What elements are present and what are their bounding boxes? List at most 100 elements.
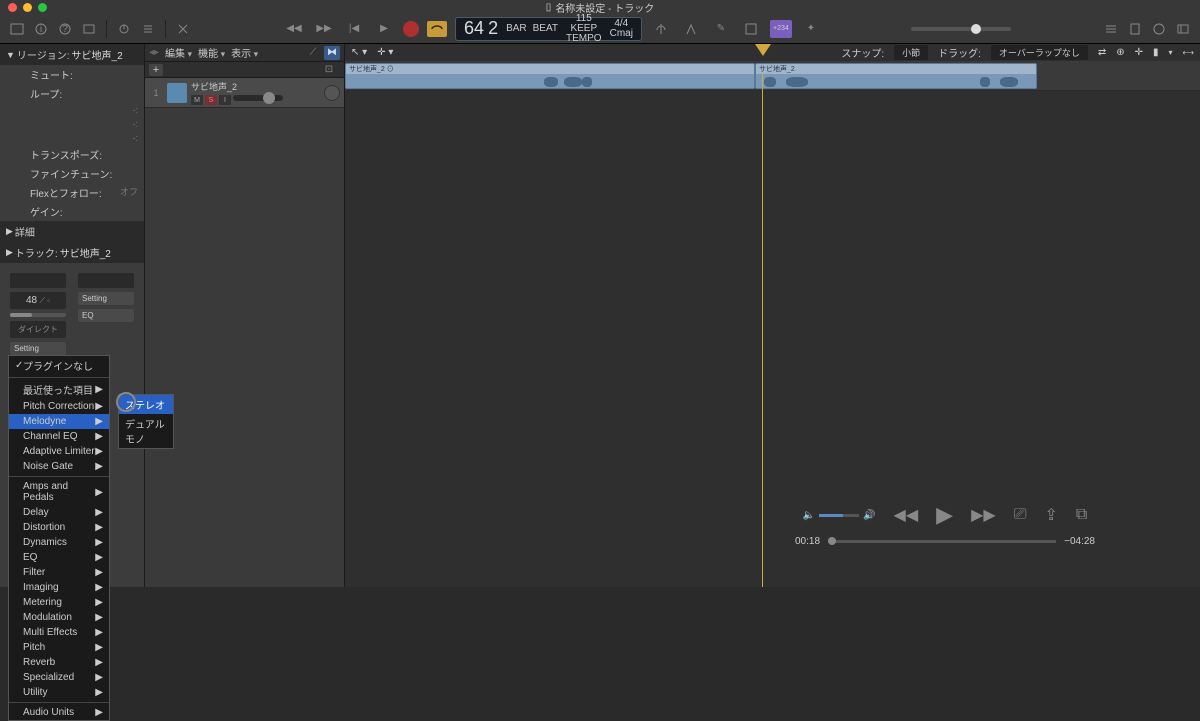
plugin-menu-item[interactable]: Reverb▶ bbox=[9, 655, 109, 670]
region-param[interactable]: ファインチューン: bbox=[0, 164, 144, 183]
tuner-icon[interactable] bbox=[650, 19, 672, 39]
list-editors-icon[interactable] bbox=[1100, 19, 1122, 39]
lcd-display[interactable]: 64 2 BAR BEAT 115KEEPTEMPO 4/4Cmaj bbox=[455, 17, 642, 41]
edit-menu[interactable]: 編集 ▾ bbox=[165, 45, 192, 60]
submenu-item[interactable]: ステレオ bbox=[119, 395, 173, 414]
solo-button[interactable]: S bbox=[205, 95, 217, 105]
cycle-button[interactable] bbox=[427, 21, 447, 37]
preview-play-button[interactable]: ▶ bbox=[936, 502, 953, 528]
media-browser-icon[interactable] bbox=[1172, 19, 1194, 39]
plugin-menu-item[interactable]: Pitch▶ bbox=[9, 640, 109, 655]
plugin-menu-item[interactable]: Specialized▶ bbox=[9, 670, 109, 685]
plugin-menu-item[interactable]: Amps and Pedals▶ bbox=[9, 479, 109, 505]
plugin-menu-item[interactable]: Adaptive Limiter▶ bbox=[9, 444, 109, 459]
track-header[interactable]: 1 サビ地声_2 M S I bbox=[145, 78, 344, 108]
record-button[interactable] bbox=[403, 21, 419, 37]
setting-button-2[interactable]: Setting bbox=[78, 292, 134, 305]
track-lane[interactable]: サビ地声_2 ⊙サビ地声_2 bbox=[345, 61, 1200, 91]
plugin-menu[interactable]: ✓プラグインなし最近使った項目▶Pitch Correction▶Melodyn… bbox=[8, 355, 110, 721]
master-volume-slider[interactable] bbox=[911, 27, 1011, 31]
notepad-icon[interactable] bbox=[1124, 19, 1146, 39]
region-param[interactable]: ゲイン: bbox=[0, 202, 144, 221]
detail-header[interactable]: ▶ 詳細 bbox=[0, 221, 144, 242]
preview-prev-button[interactable]: ◀◀ bbox=[894, 505, 919, 525]
airplay-icon[interactable]: ⎚ bbox=[1014, 506, 1027, 524]
marquee-tool-icon[interactable]: ✛ ▾ bbox=[377, 47, 393, 58]
view-menu[interactable]: 表示 ▾ bbox=[231, 45, 258, 60]
channel-strip-1[interactable] bbox=[10, 273, 66, 288]
eq-button-2[interactable]: EQ bbox=[78, 309, 134, 322]
preview-volume[interactable]: 🔈 🔊 bbox=[803, 510, 876, 521]
track-filter-icon[interactable]: ⊡ bbox=[318, 60, 340, 80]
metronome-icon[interactable]: ✎ bbox=[710, 19, 732, 39]
plugin-menu-item[interactable]: Imaging▶ bbox=[9, 580, 109, 595]
plugin-menu-item[interactable]: Distortion▶ bbox=[9, 520, 109, 535]
value-48[interactable]: 48 ⟋ ◦ bbox=[10, 292, 66, 309]
function-menu[interactable]: 機能 ▾ bbox=[198, 45, 225, 60]
toolbar-icon[interactable]: ? bbox=[54, 19, 76, 39]
maximize-window[interactable] bbox=[38, 3, 47, 12]
link-icon[interactable]: ⇄ bbox=[1098, 47, 1106, 58]
scissors-icon[interactable] bbox=[172, 19, 194, 39]
inspector-icon[interactable]: i bbox=[30, 19, 52, 39]
library-icon[interactable] bbox=[6, 19, 28, 39]
plugin-menu-item[interactable]: Metering▶ bbox=[9, 595, 109, 610]
plugin-menu-item[interactable]: Pitch Correction▶ bbox=[9, 399, 109, 414]
flex-icon[interactable]: ⧓ bbox=[324, 46, 340, 60]
go-to-start-button[interactable]: |◀ bbox=[343, 19, 365, 39]
crosshair-icon[interactable]: ✛ bbox=[1135, 47, 1143, 58]
submenu-item[interactable]: デュアルモノ bbox=[119, 414, 173, 448]
pointer-tool-icon[interactable]: ↖ ▾ bbox=[351, 47, 367, 58]
smart-controls-icon[interactable] bbox=[78, 19, 100, 39]
loop-browser-icon[interactable] bbox=[1148, 19, 1170, 39]
track-volume[interactable] bbox=[233, 95, 283, 101]
plugin-menu-item[interactable]: Melodyne▶ bbox=[9, 414, 109, 429]
audio-region[interactable]: サビ地声_2 ⊙ bbox=[345, 63, 755, 89]
preview-next-button[interactable]: ▶▶ bbox=[971, 505, 996, 525]
master-volume-badge[interactable]: +234 bbox=[770, 20, 792, 38]
plugin-menu-item[interactable]: ✓プラグインなし bbox=[9, 356, 109, 375]
region-param[interactable]: Flexとフォロー:オフ bbox=[0, 183, 144, 202]
catch-icon[interactable]: ⊕ bbox=[1116, 47, 1124, 58]
forward-button[interactable]: ▶▶ bbox=[313, 19, 335, 39]
snap-select[interactable]: 小節 bbox=[894, 45, 928, 60]
plugin-menu-item[interactable]: Channel EQ▶ bbox=[9, 429, 109, 444]
automation-icon[interactable]: ⟋ bbox=[305, 46, 321, 60]
minimize-window[interactable] bbox=[23, 3, 32, 12]
plugin-menu-item[interactable]: Filter▶ bbox=[9, 565, 109, 580]
plugin-menu-item[interactable]: EQ▶ bbox=[9, 550, 109, 565]
mute-button[interactable]: M bbox=[191, 95, 203, 105]
list-icon[interactable] bbox=[740, 19, 762, 39]
region-param[interactable]: ループ: bbox=[0, 84, 144, 103]
mixer-icon[interactable] bbox=[113, 19, 135, 39]
region-param[interactable]: トランスポーズ: bbox=[0, 145, 144, 164]
plugin-menu-item[interactable]: Dynamics▶ bbox=[9, 535, 109, 550]
plugin-menu-item[interactable]: Multi Effects▶ bbox=[9, 625, 109, 640]
region-inspector-header[interactable]: ▼ リージョン: サビ地声_2 bbox=[0, 44, 144, 65]
input-monitor-button[interactable]: I bbox=[219, 95, 231, 105]
editors-icon[interactable] bbox=[137, 19, 159, 39]
count-in-icon[interactable] bbox=[680, 19, 702, 39]
track-pan[interactable] bbox=[324, 85, 340, 101]
sparkle-icon[interactable]: ✦ bbox=[800, 19, 822, 39]
region-param[interactable]: -: bbox=[0, 117, 144, 131]
plugin-submenu[interactable]: ステレオデュアルモノ bbox=[118, 394, 174, 449]
setting-button-1[interactable]: Setting bbox=[10, 342, 66, 355]
play-button[interactable]: ▶ bbox=[373, 19, 395, 39]
region-param[interactable]: -: bbox=[0, 103, 144, 117]
region-param[interactable]: -: bbox=[0, 131, 144, 145]
plugin-menu-item[interactable]: Noise Gate▶ bbox=[9, 459, 109, 474]
track-inspector-header[interactable]: ▶ トラック: サビ地声_2 bbox=[0, 242, 144, 263]
pip-icon[interactable]: ⧉ bbox=[1076, 506, 1087, 524]
plugin-menu-item[interactable]: Utility▶ bbox=[9, 685, 109, 700]
audio-region[interactable]: サビ地声_2 bbox=[755, 63, 1037, 89]
preview-scrubber[interactable] bbox=[828, 540, 1056, 543]
region-param[interactable]: ミュート: bbox=[0, 65, 144, 84]
drag-mode-select[interactable]: オーバーラップなし bbox=[991, 45, 1088, 60]
marker-icon[interactable]: ▮ bbox=[1153, 47, 1159, 58]
share-icon[interactable]: ⇪ bbox=[1045, 505, 1058, 525]
rewind-button[interactable]: ◀◀ bbox=[283, 19, 305, 39]
close-window[interactable] bbox=[8, 3, 17, 12]
plugin-menu-item[interactable]: Audio Units▶ bbox=[9, 705, 109, 720]
plugin-menu-item[interactable]: 最近使った項目▶ bbox=[9, 380, 109, 399]
